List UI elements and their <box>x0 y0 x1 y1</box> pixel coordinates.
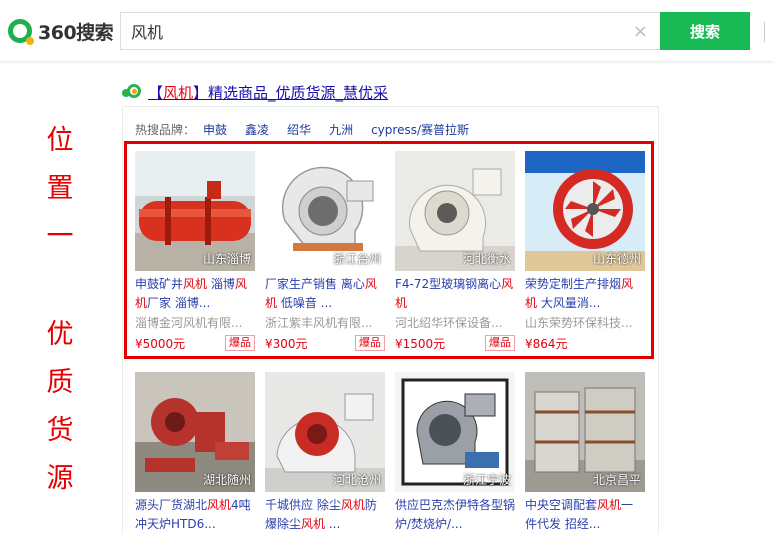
product-title[interactable]: 中央空调配套风机一件代发 招经... <box>525 496 645 534</box>
hot-tag: 爆品 <box>355 335 385 351</box>
product-price: ¥1500元 <box>395 336 446 351</box>
brand-link[interactable]: 绍华 <box>287 121 311 138</box>
product-title[interactable]: F4-72型玻璃钢离心风机 <box>395 275 515 313</box>
product-price: ¥5000元 <box>135 336 186 351</box>
product-card[interactable]: 河北沧州 千城供应 除尘风机防爆除尘风机 ... <box>265 372 385 534</box>
annotation-char: 置 <box>46 173 74 204</box>
product-location: 山东淄博 <box>202 252 251 266</box>
search-input[interactable] <box>121 13 611 49</box>
product-title[interactable]: 供应巴克杰伊特各型锅炉/焚烧炉/... <box>395 496 515 534</box>
annotation-char: 货 <box>46 415 74 446</box>
product-location: 湖北随州 <box>202 473 251 487</box>
product-location: 浙江宁波 <box>462 473 511 487</box>
annotation-char: 质 <box>46 367 74 398</box>
product-shop[interactable]: 淄博金河风机有限... <box>135 313 255 333</box>
annotation-char: 位 <box>46 125 74 156</box>
product-image[interactable]: 湖北随州 <box>135 372 255 492</box>
annotation-position-one: 位 置 一 <box>30 118 90 262</box>
hot-brands-label: 热搜品牌： <box>135 123 196 137</box>
logo-icon <box>8 19 34 45</box>
product-shop[interactable]: 河北绍华环保设备... <box>395 313 515 333</box>
product-image[interactable]: 浙江台州 <box>265 151 385 271</box>
product-location: 浙江台州 <box>332 252 381 266</box>
brand-link[interactable]: 九洲 <box>329 121 353 138</box>
product-card[interactable]: 浙江台州 厂家生产销售 离心风机 低噪音 ... 浙江紫丰风机有限... ¥30… <box>265 151 385 353</box>
product-location: 河北沧州 <box>332 473 381 487</box>
ad-title: 【风机】精选商品_优质货源_慧优采 <box>122 82 388 103</box>
product-card[interactable]: 湖北随州 源头厂货湖北风机4吨冲天炉HTD6... <box>135 372 255 534</box>
product-title[interactable]: 荣势定制生产排烟风机 大风量消... <box>525 275 645 313</box>
product-card[interactable]: 北京昌平 中央空调配套风机一件代发 招经... <box>525 372 645 534</box>
product-image[interactable]: 北京昌平 <box>525 372 645 492</box>
product-card[interactable]: 浙江宁波 供应巴克杰伊特各型锅炉/焚烧炉/... <box>395 372 515 534</box>
brand-link[interactable]: cypress/赛普拉斯 <box>371 121 469 138</box>
product-location: 北京昌平 <box>592 473 641 487</box>
product-title[interactable]: 申鼓矿井风机 淄博风机厂家 淄博... <box>135 275 255 313</box>
annotation-char: 一 <box>46 221 74 252</box>
clear-icon[interactable]: × <box>633 21 648 42</box>
page: 360搜索 × 搜索 位 置 一 优 质 货 源 【风机】精选商品_优质货源_慧… <box>0 0 773 534</box>
product-shop[interactable]: 山东荣势环保科技... <box>525 313 645 333</box>
product-title[interactable]: 厂家生产销售 离心风机 低噪音 ... <box>265 275 385 313</box>
product-image[interactable]: 河北衡水 <box>395 151 515 271</box>
brand-link[interactable]: 申鼓 <box>203 121 227 138</box>
hot-tag: 爆品 <box>485 335 515 351</box>
annotation-quality-source: 优 质 货 源 <box>30 312 90 504</box>
product-card[interactable]: 山东德州 荣势定制生产排烟风机 大风量消... 山东荣势环保科技... ¥864… <box>525 151 645 353</box>
product-image[interactable]: 浙江宁波 <box>395 372 515 492</box>
product-title[interactable]: 千城供应 除尘风机防爆除尘风机 ... <box>265 496 385 534</box>
product-title[interactable]: 源头厂货湖北风机4吨冲天炉HTD6... <box>135 496 255 534</box>
divider <box>764 22 773 42</box>
product-card[interactable]: 河北衡水 F4-72型玻璃钢离心风机 河北绍华环保设备... ¥1500元 爆品 <box>395 151 515 353</box>
brand-link[interactable]: 鑫凌 <box>245 121 269 138</box>
product-price: ¥300元 <box>265 336 308 351</box>
product-image[interactable]: 河北沧州 <box>265 372 385 492</box>
product-location: 河北衡水 <box>462 252 511 266</box>
hot-tag: 爆品 <box>225 335 255 351</box>
hot-brands: 热搜品牌： 申鼓 鑫凌 绍华 九洲 cypress/赛普拉斯 <box>135 121 487 138</box>
annotation-char: 优 <box>46 319 74 350</box>
product-location: 山东德州 <box>592 252 641 266</box>
top-bar: 360搜索 × 搜索 <box>0 0 773 62</box>
logo-360[interactable]: 360搜索 <box>8 17 114 45</box>
product-image[interactable]: 山东淄博 <box>135 151 255 271</box>
product-card[interactable]: 山东淄博 申鼓矿井风机 淄博风机厂家 淄博... 淄博金河风机有限... ¥50… <box>135 151 255 353</box>
ad-title-link[interactable]: 【风机】精选商品_优质货源_慧优采 <box>148 82 388 103</box>
annotation-char: 源 <box>46 463 74 494</box>
product-price: ¥864元 <box>525 336 568 351</box>
product-shop[interactable]: 浙江紫丰风机有限... <box>265 313 385 333</box>
logo-text: 360搜索 <box>38 21 114 44</box>
search-button[interactable]: 搜索 <box>660 12 750 50</box>
huiyoucai-icon <box>122 83 144 102</box>
search-box: × <box>120 12 660 50</box>
product-image[interactable]: 山东德州 <box>525 151 645 271</box>
